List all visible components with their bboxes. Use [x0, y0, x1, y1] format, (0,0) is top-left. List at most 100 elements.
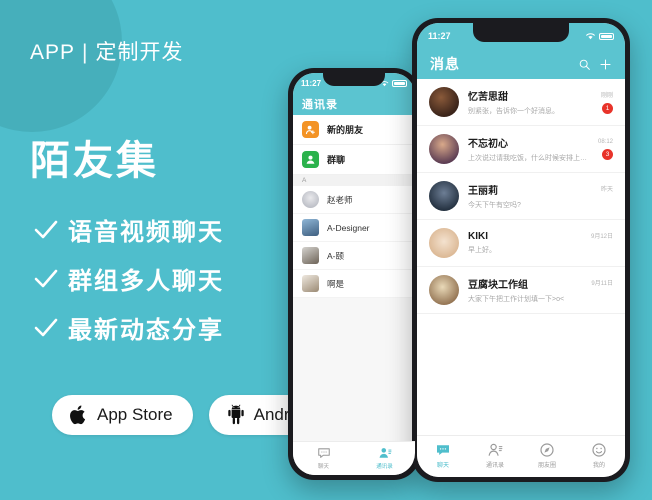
phone-right-screen: 11:27 消息 忆苦思甜 别紧张，告诉你一个好消息。 刚刚 1 不忘初心 上次…	[417, 23, 625, 477]
promo-poster: APP | 定制开发 陌友集 语音视频聊天 群组多人聊天 最新动态分享 App …	[0, 0, 652, 500]
tab-contacts[interactable]: 通讯录	[354, 446, 415, 470]
feature-label: 语音视频聊天	[68, 219, 224, 246]
status-indicators	[585, 32, 614, 40]
message-row[interactable]: 豆腐块工作组 大家下午把工作计划填一下>o< 9月11日	[417, 267, 625, 314]
messages-title: 消息	[430, 56, 460, 72]
kicker-service-label: 定制开发	[95, 41, 184, 64]
message-row[interactable]: KIKI 早上好。 9月12日	[417, 220, 625, 267]
battery-icon	[392, 79, 407, 87]
check-icon	[34, 220, 58, 238]
message-time: 刚刚	[600, 93, 613, 99]
message-time: 08:12	[597, 138, 613, 145]
contact-name: 啊是	[327, 278, 345, 289]
kicker-divider: |	[82, 41, 89, 64]
message-row[interactable]: 王丽莉 今天下午有空吗? 昨天	[417, 173, 625, 220]
messages-appbar: 消息	[417, 49, 625, 79]
message-content: 王丽莉 今天下午有空吗?	[468, 182, 592, 210]
avatar	[302, 275, 319, 292]
contact-row[interactable]: A-颐	[293, 242, 415, 270]
marketing-copy-block: APP | 定制开发 陌友集 语音视频聊天 群组多人聊天 最新动态分享 App …	[30, 0, 333, 500]
smiley-icon	[592, 443, 606, 457]
android-icon	[227, 404, 244, 425]
feature-item: 群组多人聊天	[34, 261, 224, 296]
tab-moments[interactable]: 朋友圈	[521, 442, 573, 469]
avatar	[302, 191, 319, 208]
avatar	[429, 228, 459, 258]
new-friend-icon	[302, 121, 319, 138]
tab-label: 我的	[592, 463, 605, 469]
check-icon	[34, 318, 58, 336]
check-icon	[34, 269, 58, 287]
battery-icon	[599, 32, 614, 40]
message-preview: 别紧张，告诉你一个好消息。	[468, 108, 559, 115]
tab-label: 通讯录	[376, 464, 393, 470]
kicker-line: APP | 定制开发	[30, 36, 184, 66]
phone-right-tabbar: 聊天 通讯录 朋友圈 我的	[417, 435, 625, 477]
message-meta: 08:12 3	[598, 139, 613, 160]
tab-label: 聊天	[436, 463, 449, 469]
chat-bubble-icon	[317, 448, 330, 458]
message-sender: 王丽莉	[468, 186, 498, 197]
phone-left-tabbar: 聊天 通讯录	[293, 441, 415, 475]
contact-row[interactable]: A-Designer	[293, 214, 415, 242]
chat-bubble-icon	[437, 445, 449, 455]
status-time: 11:27	[428, 31, 451, 41]
message-meta: 9月12日	[591, 231, 613, 255]
message-sender: KIKI	[468, 231, 488, 242]
kicker-app-label: APP	[30, 41, 76, 64]
message-row[interactable]: 忆苦思甜 别紧张，告诉你一个好消息。 刚刚 1	[417, 79, 625, 126]
avatar	[429, 134, 459, 164]
message-time: 昨天	[600, 187, 613, 193]
phone-left-screen: 11:27 通讯录 新的朋友 群聊 A 赵老师 A-Designer A-颐 啊…	[293, 73, 415, 475]
section-header: A	[293, 175, 415, 186]
message-sender: 忆苦思甜	[468, 92, 508, 103]
message-meta: 9月11日	[591, 278, 613, 302]
phone-mockup-contacts: 11:27 通讯录 新的朋友 群聊 A 赵老师 A-Designer A-颐 啊…	[288, 68, 420, 480]
apple-icon	[70, 405, 86, 425]
entry-label: 群聊	[327, 155, 346, 165]
feature-item: 最新动态分享	[34, 310, 224, 345]
contacts-icon	[488, 443, 503, 456]
contact-name: 赵老师	[327, 194, 353, 205]
search-icon[interactable]	[578, 58, 591, 71]
avatar	[302, 219, 319, 236]
avatar	[429, 181, 459, 211]
unread-badge: 1	[602, 103, 613, 114]
feature-label: 最新动态分享	[68, 317, 224, 344]
contact-row[interactable]: 啊是	[293, 270, 415, 298]
status-indicators	[380, 79, 407, 87]
message-row[interactable]: 不忘初心 上次说过请我吃饭，什么时候安排上呢? 08:12 3	[417, 126, 625, 173]
status-time: 11:27	[301, 78, 322, 88]
unread-badge: 3	[602, 148, 613, 160]
avatar	[302, 247, 319, 264]
app-store-label: App Store	[97, 405, 173, 424]
tab-contacts[interactable]: 通讯录	[469, 442, 521, 469]
plus-icon[interactable]	[599, 58, 612, 71]
tab-label: 通讯录	[485, 463, 504, 469]
entry-new-friends[interactable]: 新的朋友	[293, 115, 415, 145]
message-list: 忆苦思甜 别紧张，告诉你一个好消息。 刚刚 1 不忘初心 上次说过请我吃饭，什么…	[417, 79, 625, 314]
message-preview: 上次说过请我吃饭，什么时候安排上呢?	[468, 155, 589, 162]
message-time: 9月11日	[591, 281, 613, 287]
entry-label: 新的朋友	[327, 125, 364, 135]
phone-mockup-messages: 11:27 消息 忆苦思甜 别紧张，告诉你一个好消息。 刚刚 1 不忘初心 上次…	[412, 18, 630, 482]
tab-label: 朋友圈	[537, 463, 556, 469]
message-time: 9月12日	[590, 234, 613, 240]
appbar-actions	[578, 58, 612, 71]
contact-row[interactable]: 赵老师	[293, 186, 415, 214]
message-meta: 刚刚 1	[601, 90, 613, 114]
contacts-appbar: 通讯录	[293, 93, 415, 115]
message-content: 忆苦思甜 别紧张，告诉你一个好消息。	[468, 88, 592, 116]
tab-chat[interactable]: 聊天	[293, 446, 354, 470]
app-store-button[interactable]: App Store	[52, 395, 193, 435]
entry-group-chat[interactable]: 群聊	[293, 145, 415, 175]
message-preview: 早上好。	[468, 247, 496, 254]
tab-chat[interactable]: 聊天	[417, 442, 469, 469]
message-preview: 大家下午把工作计划填一下>o<	[468, 296, 565, 303]
tab-profile[interactable]: 我的	[573, 442, 625, 469]
feature-label: 群组多人聊天	[68, 268, 224, 295]
feature-list: 语音视频聊天 群组多人聊天 最新动态分享	[34, 212, 224, 359]
message-content: 豆腐块工作组 大家下午把工作计划填一下>o<	[468, 276, 582, 304]
compass-icon	[540, 443, 554, 457]
message-sender: 不忘初心	[468, 139, 508, 150]
